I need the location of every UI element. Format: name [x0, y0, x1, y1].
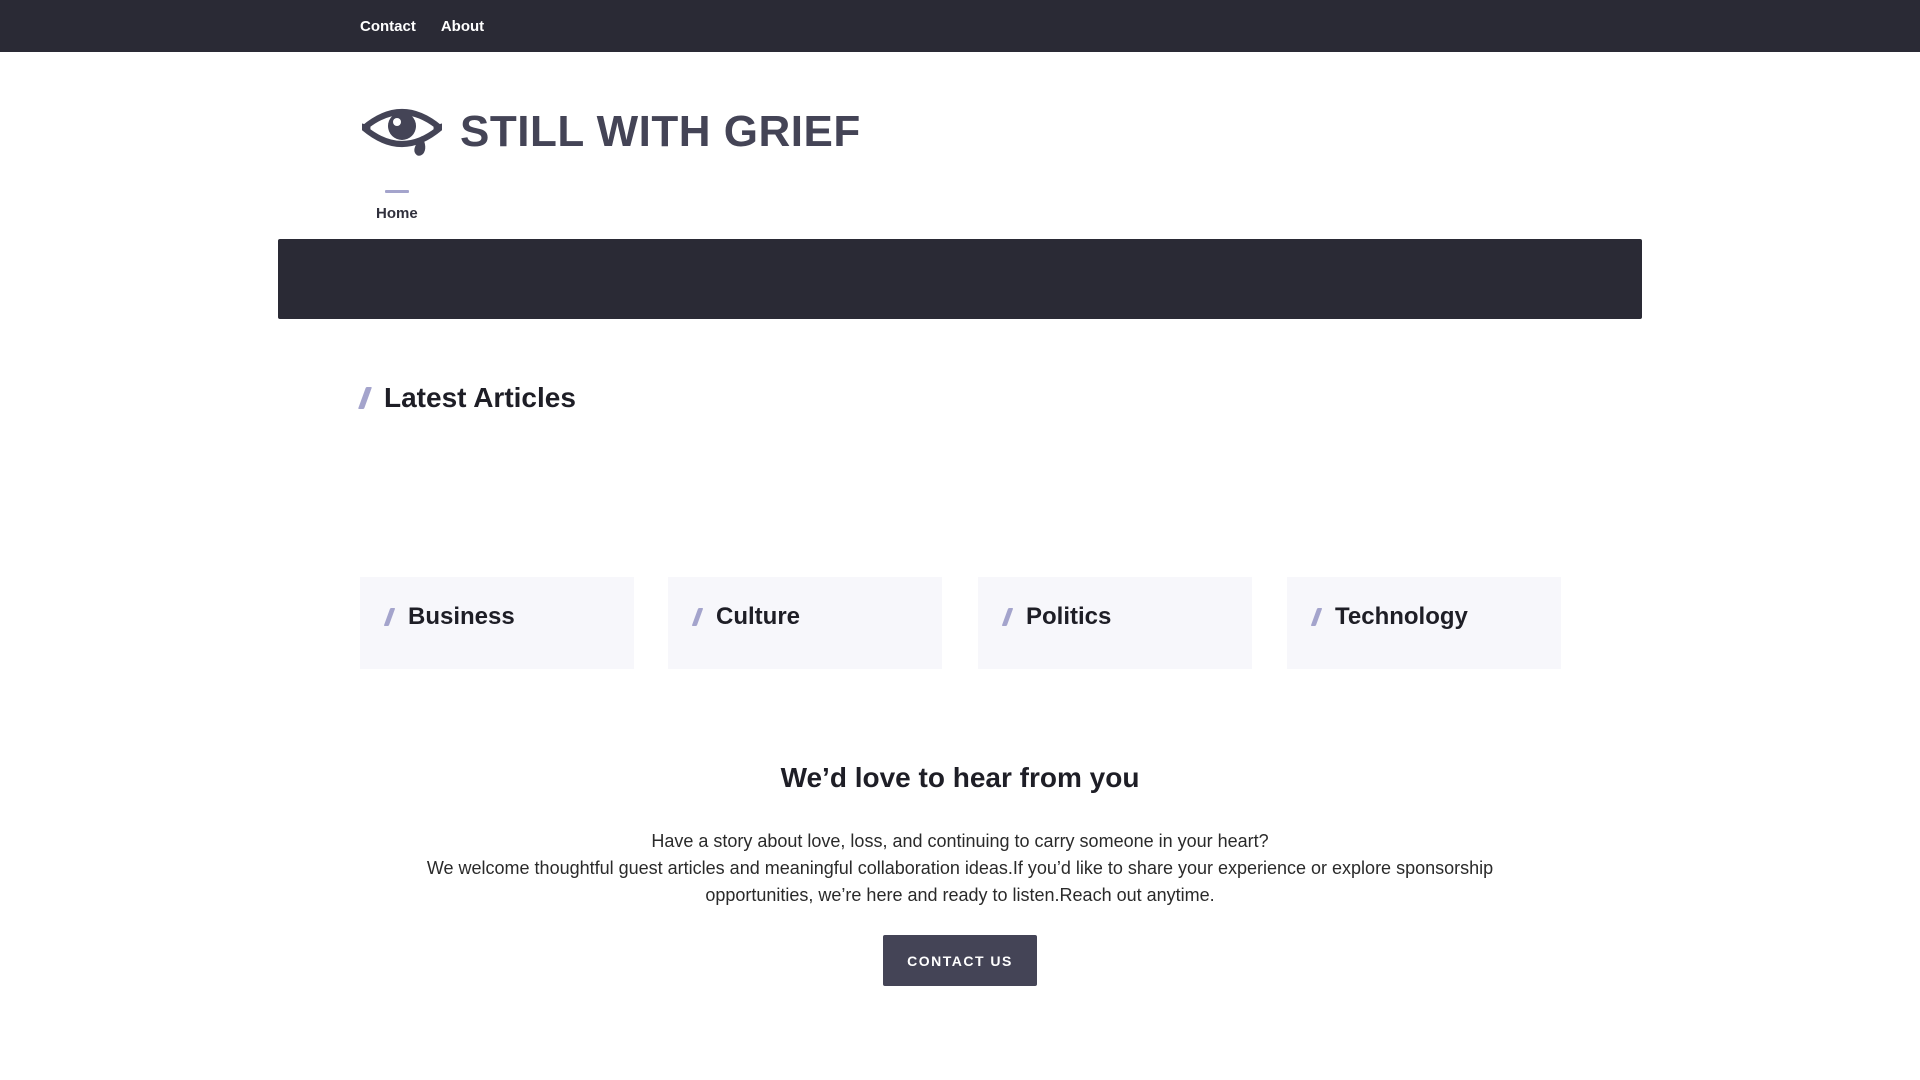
contact-heading: We’d love to hear from you [780, 762, 1140, 793]
slash-accent-icon [383, 608, 396, 626]
main-nav-home-link[interactable]: Home [376, 205, 418, 222]
category-label: Technology [1335, 603, 1468, 630]
site-title: STILL WITH GRIEF [460, 107, 861, 156]
category-card-culture[interactable]: Culture [668, 577, 942, 669]
category-card-technology[interactable]: Technology [1287, 577, 1561, 669]
active-indicator [384, 190, 409, 193]
category-card-politics[interactable]: Politics [978, 577, 1252, 669]
category-label: Politics [1026, 603, 1112, 630]
category-card-business[interactable]: Business [360, 577, 634, 669]
latest-articles-heading: Latest Articles [357, 382, 576, 414]
latest-articles-title: Latest Articles [384, 382, 576, 413]
main-nav: Home [376, 190, 418, 223]
crying-eye-icon [362, 109, 442, 156]
contact-us-button[interactable]: CONTACT US [883, 935, 1037, 986]
slash-accent-icon [691, 608, 704, 626]
slash-accent-icon [1310, 608, 1323, 626]
category-label: Culture [716, 603, 800, 630]
slash-accent-icon [357, 387, 373, 409]
contact-description-line-2: We welcome thoughtful guest articles and… [426, 858, 1494, 905]
hero-banner [278, 239, 1642, 319]
top-nav-contact-link[interactable]: Contact [360, 18, 416, 35]
top-nav: Contact About [360, 0, 484, 52]
contact-description-line-1: Have a story about love, loss, and conti… [651, 831, 1269, 851]
contact-description: Have a story about love, loss, and conti… [390, 828, 1530, 909]
top-nav-about-link[interactable]: About [441, 18, 484, 35]
slash-accent-icon [1001, 608, 1014, 626]
top-bar: Contact About [0, 0, 1920, 52]
category-label: Business [408, 603, 515, 630]
site-logo[interactable]: STILL WITH GRIEF [362, 104, 861, 160]
